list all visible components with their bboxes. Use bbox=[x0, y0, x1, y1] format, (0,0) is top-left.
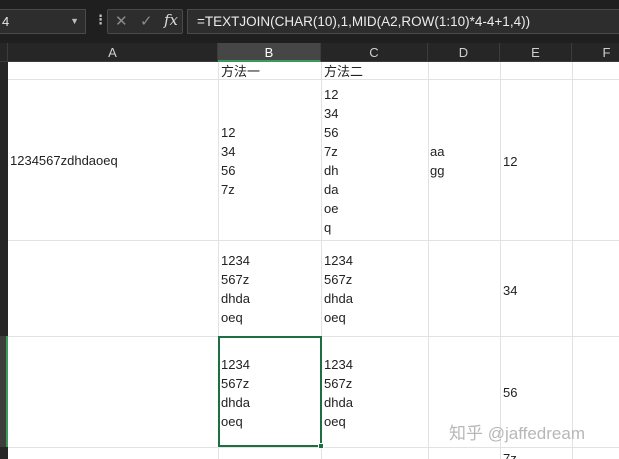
column-header-e[interactable]: E bbox=[500, 43, 572, 62]
chevron-down-icon[interactable]: ▼ bbox=[70, 10, 79, 33]
cell-c4[interactable]: 1234 567z dhda oeq bbox=[324, 355, 353, 431]
column-header-c[interactable]: C bbox=[321, 43, 428, 62]
fill-handle[interactable] bbox=[318, 443, 324, 449]
gridline bbox=[8, 447, 619, 448]
formula-bar: 4 ▼ ⋮ ✕ ✓ fx =TEXTJOIN(CHAR(10),1,MID(A2… bbox=[0, 0, 619, 43]
cell-c1[interactable]: 方法二 bbox=[324, 62, 363, 81]
cell-b3[interactable]: 1234 567z dhda oeq bbox=[221, 251, 250, 327]
column-header-b[interactable]: B bbox=[218, 43, 321, 62]
enter-icon[interactable]: ✓ bbox=[140, 12, 153, 30]
name-box-value: 4 bbox=[2, 14, 10, 29]
formula-tools: ✕ ✓ fx bbox=[107, 9, 183, 34]
name-box[interactable]: 4 ▼ bbox=[0, 9, 86, 34]
column-header-f[interactable]: F bbox=[572, 43, 619, 62]
fx-icon[interactable]: fx bbox=[164, 11, 178, 29]
cell-a2[interactable]: 1234567zdhdaoeq bbox=[10, 151, 118, 170]
cell-e2[interactable]: 12 bbox=[503, 152, 517, 171]
cancel-icon[interactable]: ✕ bbox=[115, 12, 128, 30]
select-all-corner[interactable] bbox=[0, 43, 8, 62]
column-headers: A B C D E F bbox=[0, 43, 619, 62]
more-icon[interactable]: ⋮ bbox=[94, 12, 107, 28]
row-header-selected[interactable] bbox=[0, 336, 8, 447]
gridline bbox=[8, 79, 619, 80]
gridline bbox=[8, 240, 619, 241]
watermark: 知乎 @jaffedream bbox=[449, 424, 585, 443]
gridline bbox=[572, 62, 573, 459]
formula-input[interactable]: =TEXTJOIN(CHAR(10),1,MID(A2,ROW(1:10)*4-… bbox=[187, 9, 619, 34]
cell-e3[interactable]: 34 bbox=[503, 281, 517, 300]
gridline bbox=[500, 62, 501, 459]
cell-e5[interactable]: 7z bbox=[503, 449, 517, 459]
cell-b1[interactable]: 方法一 bbox=[221, 62, 260, 81]
worksheet-grid[interactable]: 方法一 方法二 1234567zdhdaoeq 12 34 56 7z 12 3… bbox=[8, 62, 619, 459]
cell-e4[interactable]: 56 bbox=[503, 383, 517, 402]
active-cell-border bbox=[218, 336, 322, 447]
gridline bbox=[428, 62, 429, 459]
column-header-a[interactable]: A bbox=[8, 43, 218, 62]
cell-c2[interactable]: 12 34 56 7z dh da oe q bbox=[324, 85, 338, 237]
cell-d2[interactable]: aa gg bbox=[430, 142, 444, 180]
column-header-d[interactable]: D bbox=[428, 43, 500, 62]
cell-c3[interactable]: 1234 567z dhda oeq bbox=[324, 251, 353, 327]
cell-b2[interactable]: 12 34 56 7z bbox=[221, 123, 235, 199]
